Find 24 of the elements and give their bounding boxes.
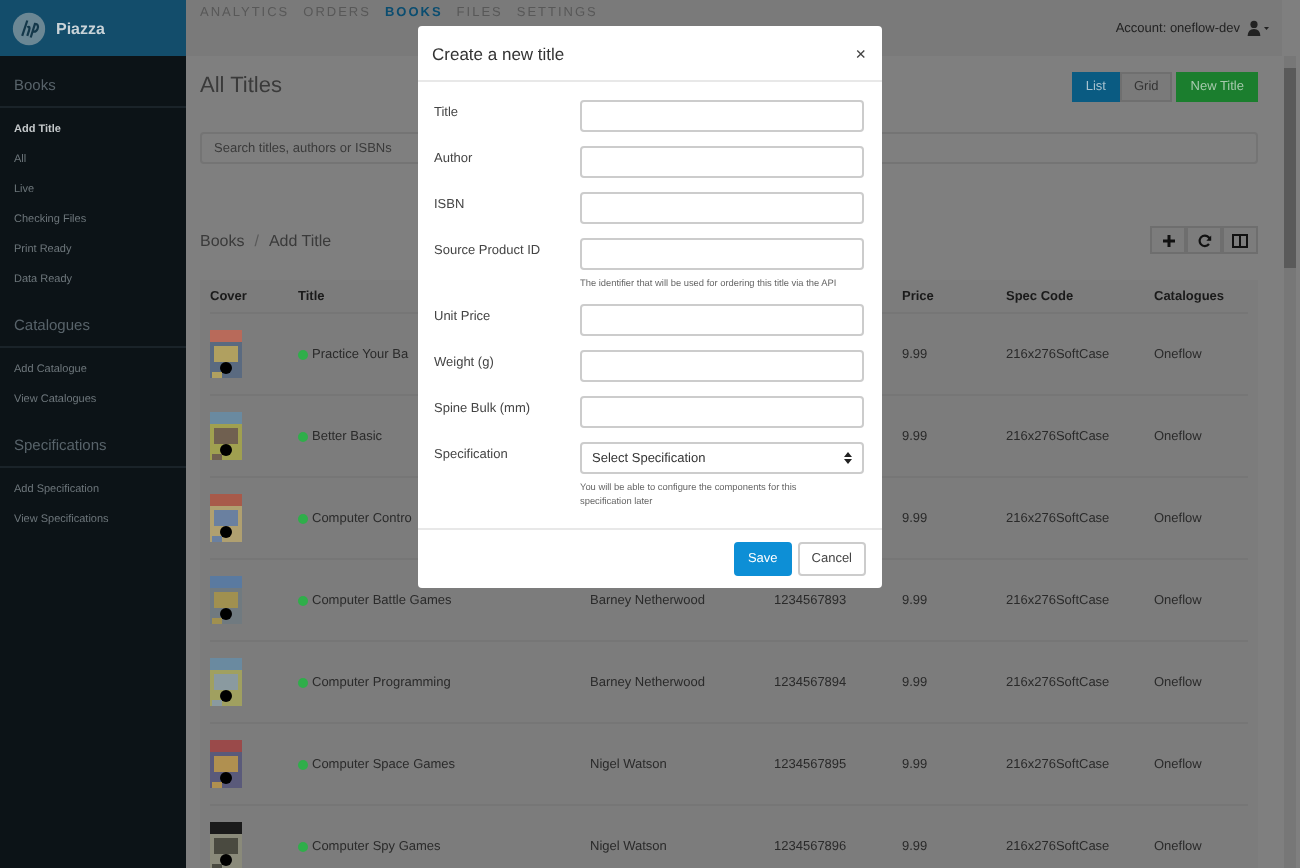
refresh-icon bbox=[1197, 233, 1211, 247]
columns-icon bbox=[1232, 233, 1248, 247]
app-name: Piazza bbox=[56, 19, 105, 37]
breadcrumb-separator: / bbox=[254, 231, 259, 249]
sort-arrows-icon bbox=[844, 452, 852, 464]
breadcrumb-item[interactable]: Add Title bbox=[268, 231, 332, 249]
breadcrumb-item[interactable]: Books bbox=[200, 231, 245, 249]
modal-title: Create a new title bbox=[432, 43, 565, 63]
plus-icon bbox=[1161, 233, 1175, 247]
input-field[interactable] bbox=[580, 100, 864, 132]
input-field[interactable] bbox=[580, 192, 864, 224]
page-title: All Titles bbox=[200, 74, 282, 98]
user-icon[interactable] bbox=[1246, 20, 1270, 36]
input-field[interactable] bbox=[580, 146, 864, 178]
logo-icon bbox=[12, 11, 46, 45]
input-field[interactable] bbox=[580, 238, 864, 270]
input-field[interactable] bbox=[580, 396, 864, 428]
scrollbar[interactable] bbox=[1284, 56, 1296, 868]
input-field[interactable] bbox=[580, 304, 864, 336]
close-button[interactable]: × bbox=[853, 43, 868, 63]
input-field[interactable] bbox=[580, 350, 864, 382]
columns-button[interactable] bbox=[1222, 226, 1258, 254]
add-button[interactable] bbox=[1150, 226, 1186, 254]
refresh-button[interactable] bbox=[1186, 226, 1222, 254]
